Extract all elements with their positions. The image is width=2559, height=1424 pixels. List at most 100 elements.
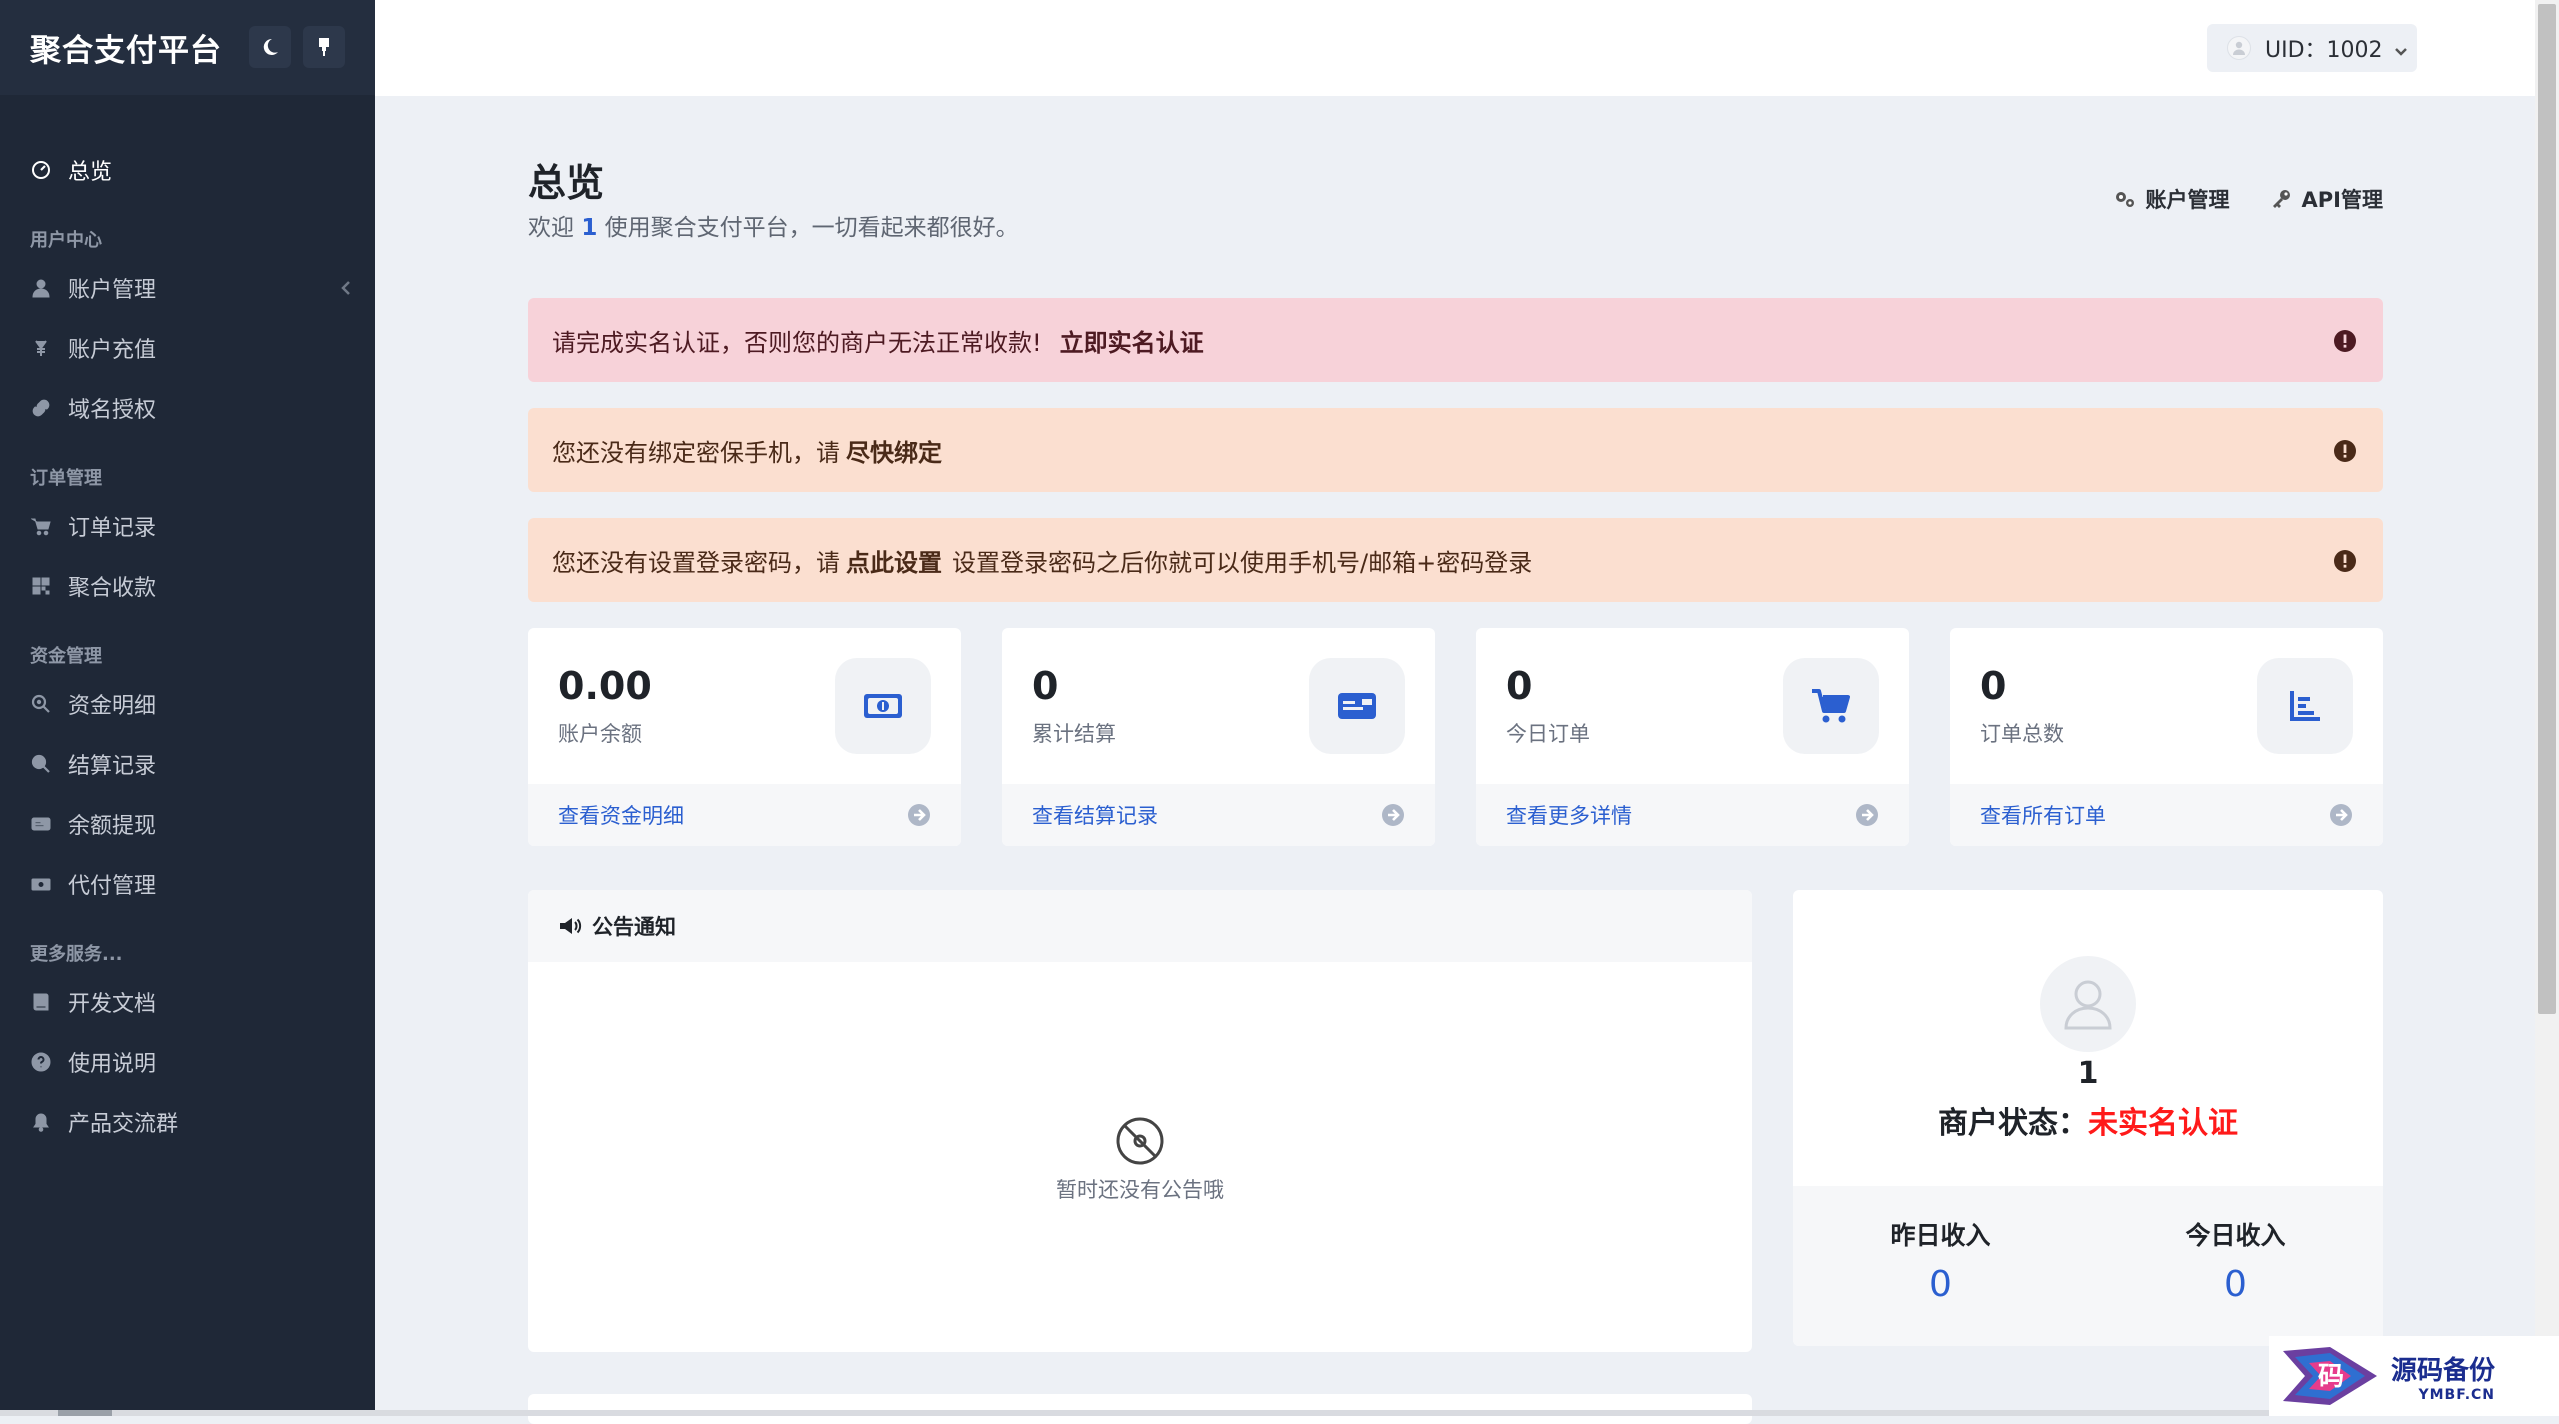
alert-text-after: 设置登录密码之后你就可以使用手机号/邮箱+密码登录 bbox=[952, 543, 1532, 578]
sidebar-item-label: 账户管理 bbox=[68, 272, 156, 304]
sidebar-item-2[interactable]: 账户管理 bbox=[0, 258, 375, 318]
sidebar-item-label: 资金明细 bbox=[68, 688, 156, 720]
view-fund-details-link[interactable]: 查看资金明细 bbox=[528, 784, 961, 846]
sidebar-item-11[interactable]: 余额提现 bbox=[0, 794, 375, 854]
scrollbar[interactable] bbox=[2535, 0, 2559, 1416]
alert-text: 您还没有设置登录密码，请 bbox=[552, 543, 840, 578]
exclamation-circle-icon bbox=[2333, 329, 2357, 353]
bell-icon bbox=[30, 1111, 52, 1133]
search-icon bbox=[30, 753, 52, 775]
user-uid-label: UID：1002 bbox=[2265, 32, 2383, 64]
alert-realname: 请完成实名认证，否则您的商户无法正常收款! 立即实名认证 bbox=[528, 298, 2383, 382]
yesterday-income-value: 0 bbox=[1793, 1264, 2088, 1305]
sidebar-item-label: 聚合收款 bbox=[68, 570, 156, 602]
card-icon bbox=[30, 813, 52, 835]
api-manage-link[interactable]: API管理 bbox=[2270, 184, 2383, 214]
watermark-text: 源码备份 YMBF.CN bbox=[2391, 1350, 2495, 1403]
sidebar-item-4[interactable]: 域名授权 bbox=[0, 378, 375, 438]
stat-value: 0.00 bbox=[558, 664, 652, 708]
sidebar-item-16[interactable]: 产品交流群 bbox=[0, 1092, 375, 1152]
account-manage-link[interactable]: 账户管理 bbox=[2114, 184, 2230, 214]
sidebar: 聚合支付平台 总览用户中心账户管理账户充值域名授权订单管理订单记录聚合收款资金管… bbox=[0, 0, 375, 1416]
cart-icon bbox=[1783, 658, 1879, 754]
gears-icon bbox=[2114, 188, 2136, 210]
stat-value: 0 bbox=[1980, 664, 2006, 708]
sidebar-item-label: 使用说明 bbox=[68, 1046, 156, 1078]
sidebar-item-label: 代付管理 bbox=[68, 868, 156, 900]
stat-link-label: 查看更多详情 bbox=[1506, 800, 1632, 830]
user-icon bbox=[30, 277, 52, 299]
alert-bind-phone: 您还没有绑定密保手机，请 尽快绑定 bbox=[528, 408, 2383, 492]
sidebar-item-6[interactable]: 订单记录 bbox=[0, 496, 375, 556]
today-income-value: 0 bbox=[2088, 1264, 2383, 1305]
sidebar-toggle-button[interactable] bbox=[303, 26, 345, 68]
sidebar-item-15[interactable]: 使用说明 bbox=[0, 1032, 375, 1092]
realname-verify-link[interactable]: 立即实名认证 bbox=[1060, 323, 1204, 358]
yesterday-income-label: 昨日收入 bbox=[1793, 1216, 2088, 1252]
stat-value: 0 bbox=[1506, 664, 1532, 708]
sidebar-item-3[interactable]: 账户充值 bbox=[0, 318, 375, 378]
card-icon bbox=[1309, 658, 1405, 754]
sidebar-item-label: 余额提现 bbox=[68, 808, 156, 840]
sidebar-item-9[interactable]: 资金明细 bbox=[0, 674, 375, 734]
moon-icon bbox=[260, 37, 280, 57]
sidebar-item-0[interactable]: 总览 bbox=[0, 140, 375, 200]
sidebar-item-label: 开发文档 bbox=[68, 986, 156, 1018]
stat-card-balance: 0.00 账户余额 查看资金明细 bbox=[528, 628, 961, 846]
alert-text: 您还没有绑定密保手机，请 bbox=[552, 433, 840, 468]
welcome-prefix: 欢迎 bbox=[528, 215, 574, 241]
view-settle-records-link[interactable]: 查看结算记录 bbox=[1002, 784, 1435, 846]
app-title: 聚合支付平台 bbox=[30, 25, 222, 70]
alert-text: 请完成实名认证，否则您的商户无法正常收款! bbox=[552, 323, 1042, 358]
bind-phone-link[interactable]: 尽快绑定 bbox=[846, 433, 942, 468]
paint-brush-icon bbox=[314, 37, 334, 57]
sidebar-item-12[interactable]: 代付管理 bbox=[0, 854, 375, 914]
nav-section-heading: 资金管理 bbox=[0, 630, 375, 674]
sidebar-item-label: 订单记录 bbox=[68, 510, 156, 542]
sidebar-item-14[interactable]: 开发文档 bbox=[0, 972, 375, 1032]
stat-link-label: 查看资金明细 bbox=[558, 800, 684, 830]
help-icon bbox=[30, 1051, 52, 1073]
merchant-status-value: 未实名认证 bbox=[2088, 1106, 2238, 1141]
dark-mode-toggle[interactable] bbox=[249, 26, 291, 68]
sidebar-item-7[interactable]: 聚合收款 bbox=[0, 556, 375, 616]
merchant-status: 商户状态：未实名认证 bbox=[1793, 1098, 2383, 1142]
set-password-link[interactable]: 点此设置 bbox=[846, 543, 942, 578]
link-icon bbox=[30, 397, 52, 419]
notice-empty-text: 暂时还没有公告哦 bbox=[528, 1174, 1752, 1204]
money-icon bbox=[835, 658, 931, 754]
view-more-details-link[interactable]: 查看更多详情 bbox=[1476, 784, 1909, 846]
nav-section-heading: 订单管理 bbox=[0, 452, 375, 496]
user-menu-button[interactable]: UID：1002 bbox=[2207, 24, 2417, 72]
scrollbar-thumb[interactable] bbox=[2538, 4, 2556, 1014]
chevron-down-icon bbox=[2393, 40, 2409, 56]
today-income: 今日收入 0 bbox=[2088, 1216, 2383, 1305]
watermark-logo-char: 码 bbox=[2318, 1362, 2344, 1392]
search-money-icon bbox=[30, 693, 52, 715]
next-panel-edge bbox=[528, 1394, 1752, 1424]
empty-disc-icon bbox=[1115, 1116, 1165, 1166]
merchant-status-label: 商户状态： bbox=[1938, 1106, 2088, 1141]
notice-title: 公告通知 bbox=[592, 911, 676, 941]
stat-link-label: 查看所有订单 bbox=[1980, 800, 2106, 830]
sidebar-item-label: 总览 bbox=[68, 154, 112, 186]
sidebar-item-label: 域名授权 bbox=[68, 392, 156, 424]
brand-bar: 聚合支付平台 bbox=[0, 0, 375, 95]
arrow-circle-right-icon bbox=[1381, 803, 1405, 827]
welcome-text: 欢迎 1 使用聚合支付平台，一切看起来都很好。 bbox=[528, 208, 1019, 242]
stat-label: 累计结算 bbox=[1032, 718, 1116, 748]
sidebar-item-10[interactable]: 结算记录 bbox=[0, 734, 375, 794]
welcome-suffix: 使用聚合支付平台，一切看起来都很好。 bbox=[605, 215, 1019, 241]
stat-value: 0 bbox=[1032, 664, 1058, 708]
book-icon bbox=[30, 991, 52, 1013]
nav-section-heading: 更多服务... bbox=[0, 928, 375, 972]
stat-label: 订单总数 bbox=[1980, 718, 2064, 748]
nav-section-heading: 用户中心 bbox=[0, 214, 375, 258]
horizontal-scrollbar[interactable] bbox=[0, 1410, 2535, 1416]
view-all-orders-link[interactable]: 查看所有订单 bbox=[1950, 784, 2383, 846]
arrow-circle-right-icon bbox=[2329, 803, 2353, 827]
horizontal-scrollbar-thumb[interactable] bbox=[58, 1410, 112, 1416]
income-summary: 昨日收入 0 今日收入 0 bbox=[1793, 1186, 2383, 1346]
arrow-circle-right-icon bbox=[907, 803, 931, 827]
dashboard-icon bbox=[30, 159, 52, 181]
